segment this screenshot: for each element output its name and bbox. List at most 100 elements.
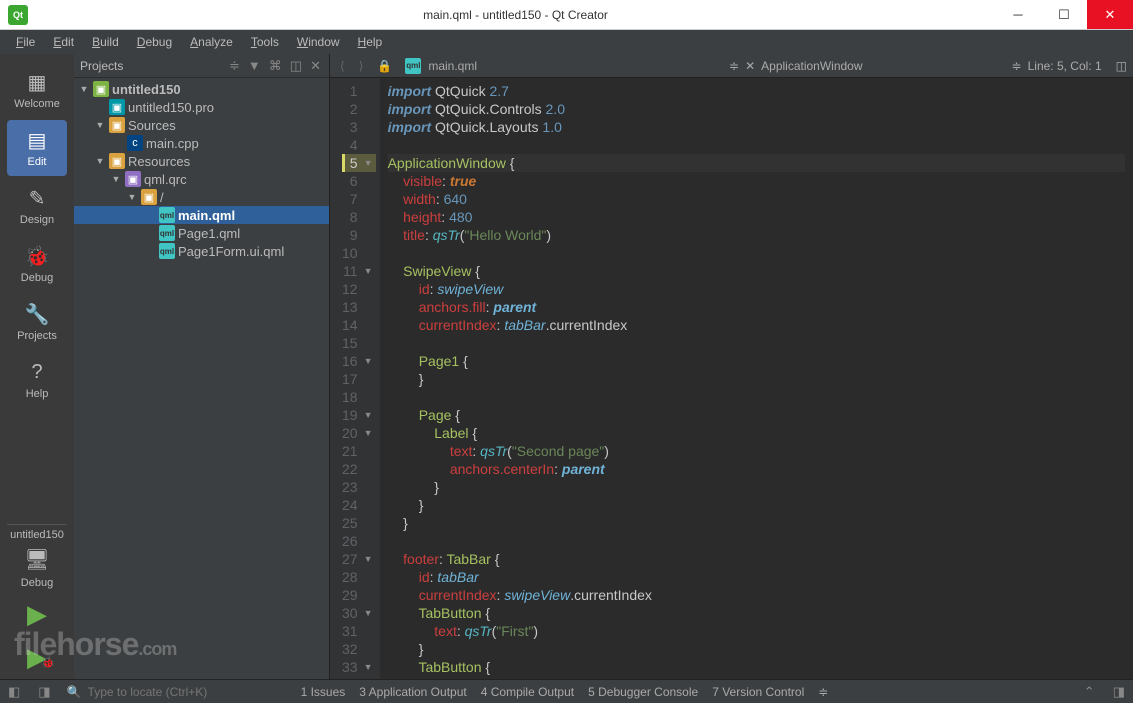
close-output-icon[interactable]: ⌃ xyxy=(1082,684,1097,700)
mode-label: Debug xyxy=(21,272,53,284)
menu-edit[interactable]: Edit xyxy=(45,32,82,52)
tree-pro-file[interactable]: ▣untitled150.pro xyxy=(74,98,329,116)
line-gutter[interactable]: 12345▼67891011▼1213141516▼171819▼20▼2122… xyxy=(330,78,380,679)
toggle-output-icon[interactable]: ◨ xyxy=(1111,684,1127,700)
mode-debug[interactable]: 🐞 Debug xyxy=(7,236,67,292)
kit-name: untitled150 xyxy=(7,529,67,541)
qml-file-icon: qml xyxy=(405,58,421,74)
symbol-selector[interactable]: ApplicationWindow xyxy=(761,59,862,73)
qml-file-icon: qml xyxy=(159,225,175,241)
sidebar-header: Projects ≑ ▼ ⌘ ◫ ✕ xyxy=(74,54,329,78)
debug-run-button[interactable]: ▶🐞 xyxy=(27,642,47,673)
close-panel-icon[interactable]: ✕ xyxy=(308,58,323,74)
nav-forward-button[interactable]: ⟩ xyxy=(355,59,368,73)
split-icon[interactable]: ◫ xyxy=(288,58,304,74)
locator-input[interactable] xyxy=(88,685,268,699)
tree-label: main.cpp xyxy=(146,136,199,151)
mode-welcome[interactable]: ▦Welcome xyxy=(7,62,67,118)
toggle-sidebar-icon[interactable]: ◧ xyxy=(6,684,22,700)
toggle-right-sidebar-icon[interactable]: ◨ xyxy=(36,684,52,700)
nav-back-button[interactable]: ⟨ xyxy=(336,59,349,73)
run-button[interactable]: ▶ xyxy=(27,599,47,630)
mode-label: Help xyxy=(26,388,49,400)
cursor-position[interactable]: Line: 5, Col: 1 xyxy=(1028,59,1102,73)
mode-projects[interactable]: 🔧 Projects xyxy=(7,294,67,350)
qrc-file-icon: ▣ xyxy=(125,171,141,187)
tree-resources-folder[interactable]: ▼▣Resources xyxy=(74,152,329,170)
sidebar: Projects ≑ ▼ ⌘ ◫ ✕ ▼▣untitled150 ▣untitl… xyxy=(74,54,330,679)
close-button[interactable]: ✕ xyxy=(1087,0,1133,29)
tree-main-cpp[interactable]: cmain.cpp xyxy=(74,134,329,152)
mode-label: Welcome xyxy=(14,98,60,110)
lock-icon[interactable]: 🔒 xyxy=(373,59,396,73)
tree-qrc-file[interactable]: ▼▣qml.qrc xyxy=(74,170,329,188)
menu-window[interactable]: Window xyxy=(289,32,348,52)
menu-debug[interactable]: Debug xyxy=(129,32,180,52)
edit-icon: ▤ xyxy=(23,126,51,154)
search-icon: 🔍 xyxy=(67,685,82,699)
code-editor[interactable]: 12345▼67891011▼1213141516▼171819▼20▼2122… xyxy=(330,78,1133,679)
tree-label: Resources xyxy=(128,154,190,169)
minimize-button[interactable]: ─ xyxy=(995,0,1041,29)
wrench-icon: 🔧 xyxy=(23,300,51,328)
folder-icon: ▣ xyxy=(109,117,125,133)
tree-label: main.qml xyxy=(178,208,235,223)
tree-label: Sources xyxy=(128,118,176,133)
menu-file[interactable]: File xyxy=(8,32,43,52)
project-icon: ▣ xyxy=(93,81,109,97)
menu-help[interactable]: Help xyxy=(350,32,391,52)
tree-project-root[interactable]: ▼▣untitled150 xyxy=(74,80,329,98)
output-selector-icon[interactable]: ≑ xyxy=(818,685,828,699)
folder-icon: ▣ xyxy=(109,153,125,169)
output-pane-debugger-console[interactable]: 5 Debugger Console xyxy=(588,685,698,699)
mode-help[interactable]: ? Help xyxy=(7,352,67,408)
mode-edit[interactable]: ▤Edit xyxy=(7,120,67,176)
output-pane-compile-output[interactable]: 4 Compile Output xyxy=(481,685,574,699)
pencil-icon: ✎ xyxy=(23,184,51,212)
output-pane-version-control[interactable]: 7 Version Control xyxy=(712,685,804,699)
maximize-button[interactable]: ☐ xyxy=(1041,0,1087,29)
window-titlebar: Qt main.qml - untitled150 - Qt Creator ─… xyxy=(0,0,1133,30)
close-editor-button[interactable]: ✕ xyxy=(745,59,755,73)
code-content[interactable]: import QtQuick 2.7import QtQuick.Control… xyxy=(380,78,1133,679)
output-pane-app-output[interactable]: 3 Application Output xyxy=(359,685,466,699)
mode-design[interactable]: ✎Design xyxy=(7,178,67,234)
open-file-selector[interactable]: qmlmain.qml xyxy=(402,58,477,74)
help-icon: ? xyxy=(23,358,51,386)
app-icon: Qt xyxy=(8,5,28,25)
menu-analyze[interactable]: Analyze xyxy=(182,32,241,52)
chevron-icon[interactable]: ≑ xyxy=(227,58,242,74)
tree-label: untitled150.pro xyxy=(128,100,214,115)
menubar: File Edit Build Debug Analyze Tools Wind… xyxy=(0,30,1133,54)
menu-tools[interactable]: Tools xyxy=(243,32,287,52)
editor-toolbar: ⟨ ⟩ 🔒 qmlmain.qml ≑ ✕ ApplicationWindow … xyxy=(330,54,1133,78)
tree-prefix-folder[interactable]: ▼▣/ xyxy=(74,188,329,206)
kit-selector[interactable]: untitled150 🖥 Debug xyxy=(7,524,67,593)
qml-file-icon: qml xyxy=(159,207,175,223)
sidebar-panel-select[interactable]: Projects xyxy=(80,59,223,73)
tree-sources-folder[interactable]: ▼▣Sources xyxy=(74,116,329,134)
monitor-icon: 🖥 xyxy=(23,545,51,573)
file-menu-icon[interactable]: ≑ xyxy=(729,59,739,73)
link-icon[interactable]: ⌘ xyxy=(267,58,284,74)
output-pane-issues[interactable]: 1 Issues xyxy=(301,685,346,699)
cpp-file-icon: c xyxy=(127,135,143,151)
editor-area: ⟨ ⟩ 🔒 qmlmain.qml ≑ ✕ ApplicationWindow … xyxy=(330,54,1133,679)
tree-label: / xyxy=(160,190,164,205)
tree-main-qml[interactable]: qmlmain.qml xyxy=(74,206,329,224)
kit-config: Debug xyxy=(7,577,67,589)
mode-label: Projects xyxy=(17,330,57,342)
split-editor-icon[interactable]: ◫ xyxy=(1116,59,1127,73)
mode-selector: ▦Welcome ▤Edit ✎Design 🐞Debug 🔧Projects … xyxy=(0,54,74,679)
folder-icon: ▣ xyxy=(141,189,157,205)
filter-icon[interactable]: ▼ xyxy=(246,58,263,73)
locator[interactable]: 🔍 xyxy=(67,685,287,699)
tree-label: untitled150 xyxy=(112,82,181,97)
tree-page1-qml[interactable]: qmlPage1.qml xyxy=(74,224,329,242)
project-tree: ▼▣untitled150 ▣untitled150.pro ▼▣Sources… xyxy=(74,78,329,679)
tree-page1form-qml[interactable]: qmlPage1Form.ui.qml xyxy=(74,242,329,260)
menu-build[interactable]: Build xyxy=(84,32,127,52)
bug-icon: 🐞 xyxy=(23,242,51,270)
symbol-menu-icon[interactable]: ≑ xyxy=(1012,59,1022,73)
window-title: main.qml - untitled150 - Qt Creator xyxy=(36,8,995,22)
